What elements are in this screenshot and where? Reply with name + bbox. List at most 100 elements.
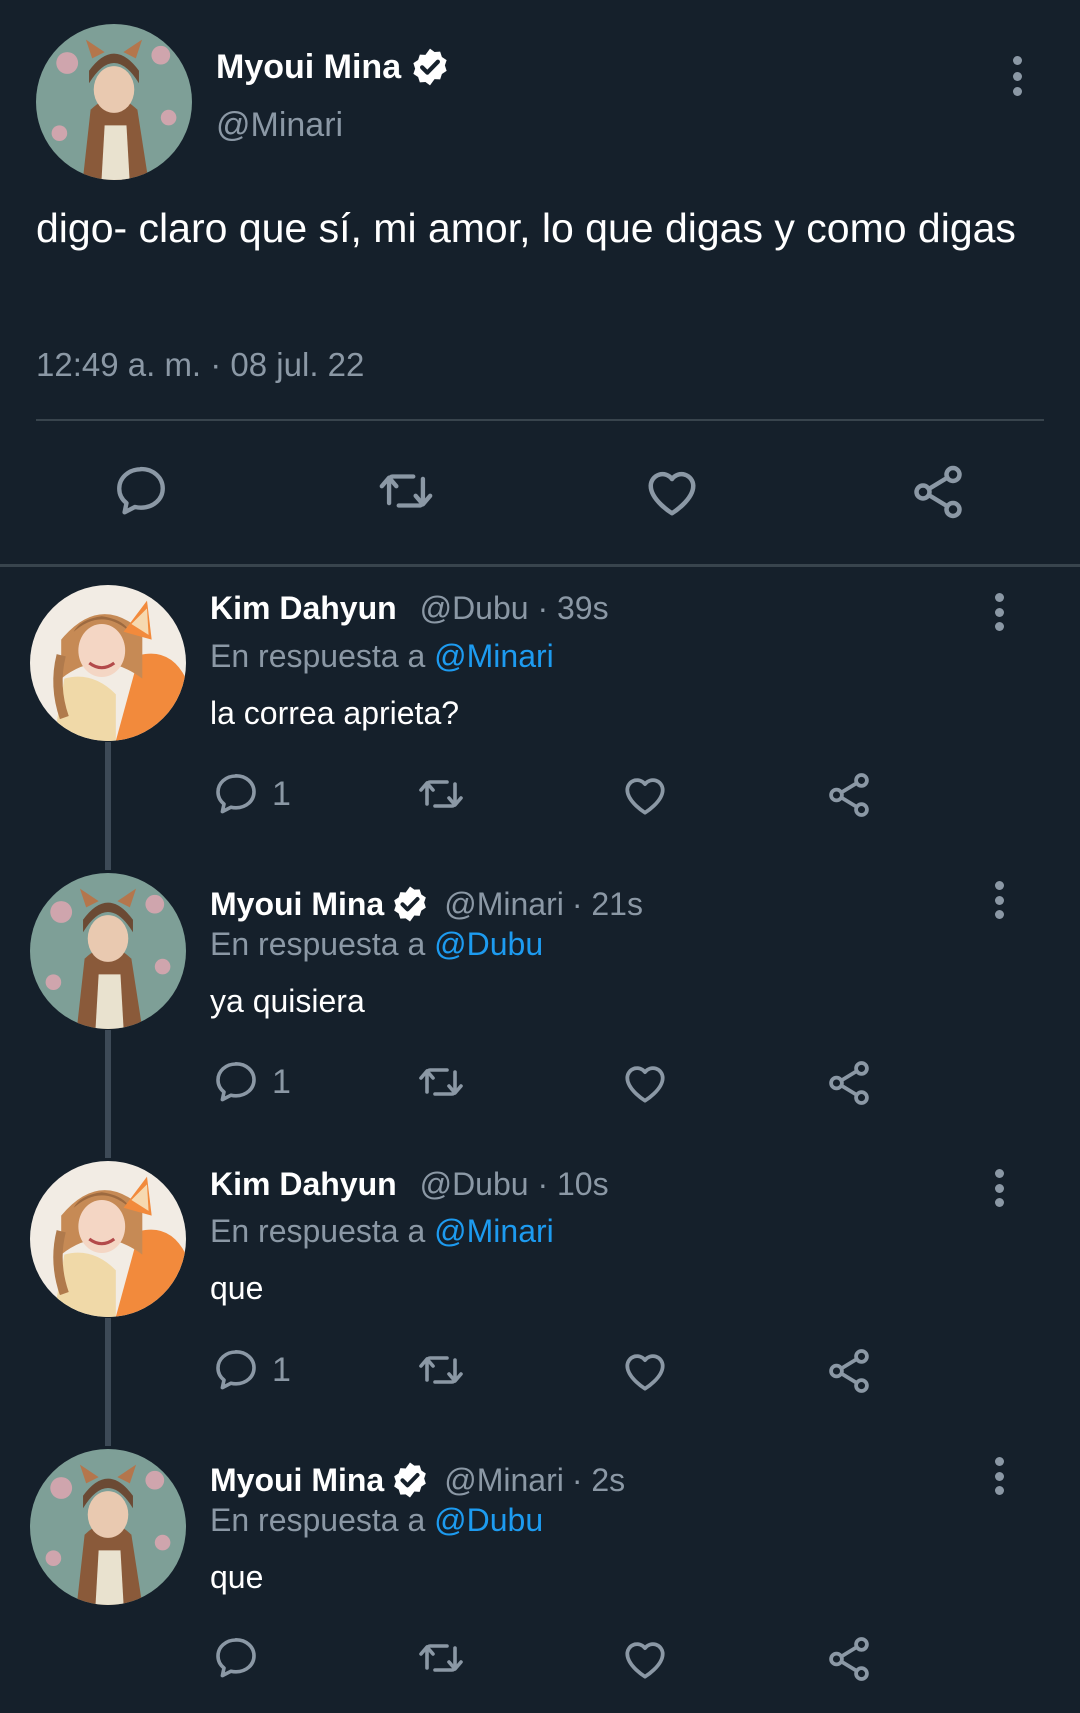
comment-button[interactable]	[212, 1634, 272, 1682]
reply-author-name[interactable]: Kim Dahyun	[210, 1166, 397, 1202]
retweet-icon	[412, 1634, 470, 1682]
verified-badge-icon	[390, 1460, 430, 1500]
more-icon[interactable]	[984, 593, 1014, 631]
reply-author-name[interactable]: Kim Dahyun	[210, 590, 397, 626]
reply-header: Kim Dahyun @Dubu · 10s	[210, 1166, 609, 1203]
tweet-timestamp[interactable]: 12:49 a. m. · 08 jul. 22	[36, 346, 364, 384]
share-icon	[908, 462, 968, 522]
retweet-button[interactable]	[412, 1634, 470, 1682]
retweet-icon	[412, 1346, 470, 1394]
reply-author-handle[interactable]: @Dubu	[420, 1166, 529, 1202]
reply-author-name[interactable]: Myoui Mina	[210, 886, 384, 923]
author-name[interactable]: Myoui Mina	[216, 48, 401, 87]
share-icon	[824, 770, 874, 820]
profile-photo	[36, 24, 192, 180]
retweet-button[interactable]	[412, 1058, 470, 1106]
reply-count: 1	[272, 1062, 291, 1101]
reply-header: Myoui Mina @Minari · 21s	[210, 884, 643, 924]
verified-badge-icon	[409, 46, 451, 88]
retweet-icon	[412, 1058, 470, 1106]
reply-text: que	[210, 1270, 264, 1306]
reply-prefix: En respuesta a	[210, 638, 426, 674]
like-icon	[620, 1058, 670, 1108]
avatar[interactable]	[30, 585, 186, 741]
retweet-button[interactable]	[412, 770, 470, 818]
avatar[interactable]	[30, 1161, 186, 1317]
reply-to-link[interactable]: @Dubu	[434, 926, 543, 962]
reply-header: Myoui Mina @Minari · 2s	[210, 1460, 625, 1500]
comment-button[interactable]: 1	[212, 1346, 291, 1394]
profile-photo	[30, 585, 186, 741]
like-button[interactable]	[620, 1346, 670, 1396]
reply-text: que	[210, 1559, 264, 1595]
reply-count: 1	[272, 774, 291, 813]
reply-header: Kim Dahyun @Dubu · 39s	[210, 590, 609, 627]
share-icon	[824, 1346, 874, 1396]
divider	[36, 419, 1044, 421]
profile-photo	[30, 1161, 186, 1317]
comment-icon	[212, 1346, 260, 1394]
retweet-icon	[372, 462, 440, 520]
like-icon	[642, 462, 702, 522]
more-icon[interactable]	[984, 1169, 1014, 1207]
reply-author-name[interactable]: Myoui Mina	[210, 1462, 384, 1499]
comment-button[interactable]: 1	[212, 770, 291, 818]
profile-photo	[30, 1449, 186, 1605]
comment-icon	[112, 462, 170, 520]
comment-button[interactable]	[112, 462, 170, 520]
author-name-row: Myoui Mina	[216, 45, 451, 89]
reply-context: En respuesta a @Minari	[210, 638, 554, 675]
like-icon	[620, 1346, 670, 1396]
comment-icon	[212, 1634, 260, 1682]
comment-icon	[212, 770, 260, 818]
comment-button[interactable]: 1	[212, 1058, 291, 1106]
retweet-button[interactable]	[412, 1346, 470, 1394]
profile-photo	[30, 873, 186, 1029]
reply-context: En respuesta a @Dubu	[210, 1502, 543, 1539]
avatar[interactable]	[30, 1449, 186, 1605]
like-icon	[620, 1634, 670, 1684]
reply-prefix: En respuesta a	[210, 926, 426, 962]
section-divider	[0, 564, 1080, 567]
avatar[interactable]	[36, 24, 192, 180]
reply-to-link[interactable]: @Dubu	[434, 1502, 543, 1538]
like-button[interactable]	[642, 462, 702, 522]
share-icon	[824, 1058, 874, 1108]
reply-context: En respuesta a @Dubu	[210, 926, 543, 963]
more-icon[interactable]	[984, 881, 1014, 919]
reply-prefix: En respuesta a	[210, 1213, 426, 1249]
verified-badge-icon	[390, 884, 430, 924]
comment-icon	[212, 1058, 260, 1106]
more-icon[interactable]	[1002, 56, 1032, 96]
like-button[interactable]	[620, 770, 670, 820]
reply-author-handle[interactable]: @Dubu	[420, 590, 529, 626]
retweet-button[interactable]	[372, 462, 440, 520]
reply-time: · 21s	[571, 885, 643, 922]
reply-author-handle[interactable]: @Minari	[444, 886, 564, 923]
share-button[interactable]	[824, 1634, 874, 1684]
reply-text: ya quisiera	[210, 983, 365, 1019]
reply-prefix: En respuesta a	[210, 1502, 426, 1538]
share-button[interactable]	[824, 1058, 874, 1108]
share-button[interactable]	[824, 770, 874, 820]
thread-line	[105, 742, 111, 870]
reply-text: la correa aprieta?	[210, 695, 460, 731]
retweet-icon	[412, 770, 470, 818]
share-button[interactable]	[908, 462, 968, 522]
reply-count: 1	[272, 1350, 291, 1389]
reply-to-link[interactable]: @Minari	[434, 638, 554, 674]
reply-time: · 10s	[537, 1166, 609, 1202]
more-icon[interactable]	[984, 1457, 1014, 1495]
reply-to-link[interactable]: @Minari	[434, 1213, 554, 1249]
reply-context: En respuesta a @Minari	[210, 1213, 554, 1250]
avatar[interactable]	[30, 873, 186, 1029]
share-button[interactable]	[824, 1346, 874, 1396]
reply-time: · 2s	[571, 1461, 626, 1498]
author-handle[interactable]: @Minari	[216, 106, 343, 145]
reply-time: · 39s	[537, 590, 609, 626]
like-button[interactable]	[620, 1058, 670, 1108]
like-icon	[620, 770, 670, 820]
thread-line	[105, 1030, 111, 1158]
like-button[interactable]	[620, 1634, 670, 1684]
reply-author-handle[interactable]: @Minari	[444, 1462, 564, 1499]
